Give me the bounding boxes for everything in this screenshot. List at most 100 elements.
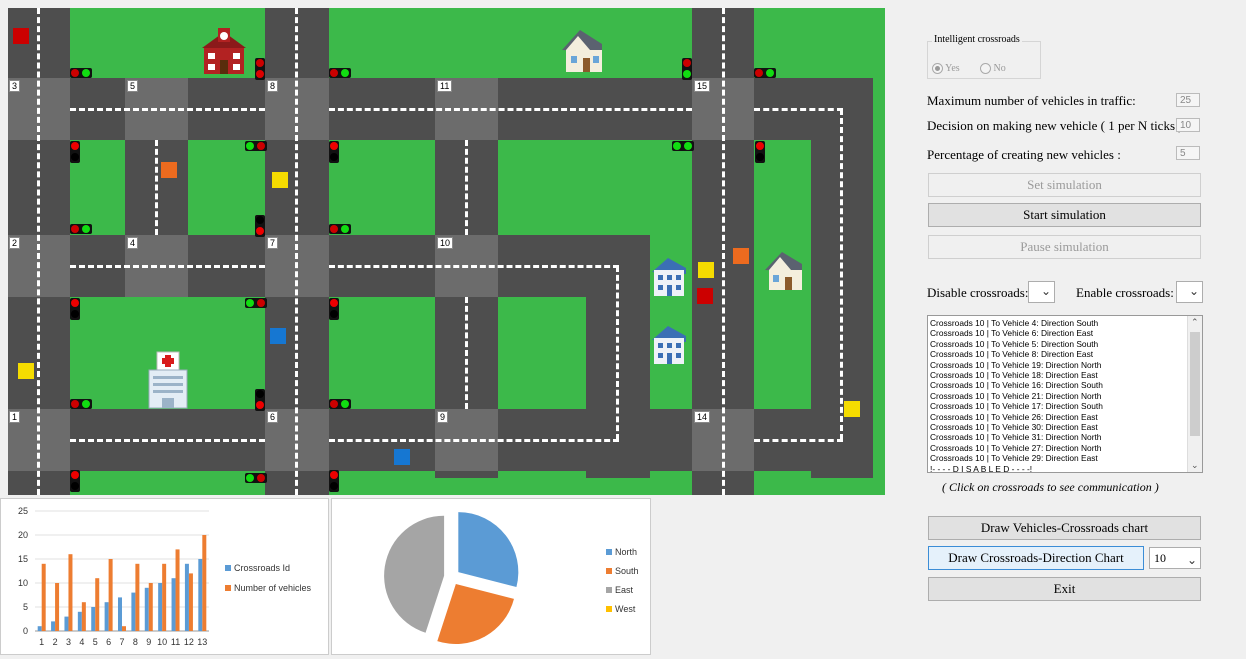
lane-line: [37, 8, 40, 495]
bar-number-of-vehicles: [202, 535, 207, 631]
exit-button[interactable]: Exit: [928, 577, 1201, 601]
y-tick-label: 15: [18, 554, 28, 564]
start-simulation-button[interactable]: Start simulation: [928, 203, 1201, 227]
traffic-light: [70, 470, 80, 492]
lane-line: [754, 108, 843, 111]
bar-crossroads-id: [104, 602, 109, 631]
legend-swatch: [225, 585, 231, 591]
legend-swatch: [606, 606, 612, 612]
draw-vehicles-chart-button[interactable]: Draw Vehicles-Crossroads chart: [928, 516, 1201, 540]
lane-line: [155, 140, 158, 235]
apartment-icon: [652, 326, 686, 364]
vehicle-yellow: [698, 262, 714, 278]
traffic-light: [70, 141, 80, 163]
draw-direction-chart-button[interactable]: Draw Crossroads-Direction Chart: [928, 546, 1144, 570]
chevron-down-icon: ⌄: [1186, 553, 1197, 567]
enable-crossroads-select[interactable]: ⌄: [1176, 281, 1203, 303]
x-tick-label: 2: [53, 637, 58, 647]
legend-label: East: [615, 585, 634, 595]
log-line: Crossroads 10 | To Vehicle 27: Direction…: [930, 442, 1102, 453]
bar-number-of-vehicles: [55, 583, 60, 631]
legend-label: Number of vehicles: [234, 583, 312, 593]
traffic-map[interactable]: 3 5 8 11 15 2 4 7 10 1 6 9 14: [8, 8, 885, 495]
bar-crossroads-id: [77, 611, 82, 631]
legend-label: South: [615, 566, 639, 576]
decision-field[interactable]: 10: [1176, 118, 1200, 132]
y-tick-label: 10: [18, 578, 28, 588]
x-tick-label: 12: [184, 637, 194, 647]
traffic-light: [255, 215, 265, 237]
direction-crossroads-select[interactable]: 10 ⌄: [1149, 547, 1201, 569]
x-tick-label: 7: [119, 637, 124, 647]
pause-simulation-button[interactable]: Pause simulation: [928, 235, 1201, 259]
x-tick-label: 10: [157, 637, 167, 647]
log-lines: Crossroads 10 | To Vehicle 4: Direction …: [930, 318, 1103, 473]
bar-crossroads-id: [37, 626, 42, 631]
traffic-light: [329, 470, 339, 492]
bar-number-of-vehicles: [95, 578, 100, 631]
vehicle-yellow: [844, 401, 860, 417]
bar-number-of-vehicles: [148, 583, 153, 631]
log-line: Crossroads 10 | To Vehicle 29: Direction…: [930, 453, 1098, 464]
traffic-light: [70, 68, 92, 78]
traffic-light: [672, 141, 694, 151]
x-tick-label: 3: [66, 637, 71, 647]
max-vehicles-field[interactable]: 25: [1176, 93, 1200, 107]
bar-number-of-vehicles: [162, 563, 167, 631]
house-icon: [562, 30, 602, 72]
traffic-light: [70, 224, 92, 234]
group-title: Intelligent crossroads: [932, 34, 1022, 45]
bar-crossroads-id: [131, 592, 136, 631]
vehicle-blue: [270, 328, 286, 344]
x-tick-label: 9: [146, 637, 151, 647]
traffic-light: [755, 141, 765, 163]
vehicle-orange: [733, 248, 749, 264]
vehicle-yellow: [18, 363, 34, 379]
legend-label: Crossroads Id: [234, 563, 290, 573]
house-icon: [765, 252, 802, 290]
y-tick-label: 20: [18, 530, 28, 540]
school-icon: [202, 28, 246, 74]
x-tick-label: 13: [197, 637, 207, 647]
traffic-light: [245, 141, 267, 151]
decision-label: Decision on making new vehicle ( 1 per N…: [927, 118, 1190, 133]
radio-no[interactable]: No: [980, 63, 1006, 75]
lane-line: [295, 8, 298, 495]
vehicle-orange: [161, 162, 177, 178]
log-scrollbar[interactable]: ⌃ ⌄: [1187, 316, 1202, 472]
x-tick-label: 11: [171, 637, 180, 647]
chevron-down-icon: ⌄: [1040, 284, 1051, 298]
radio-no-label: No: [993, 63, 1006, 74]
vehicle-blue: [394, 449, 410, 465]
scroll-thumb[interactable]: [1190, 332, 1200, 436]
chevron-down-icon[interactable]: ⌄: [1191, 460, 1199, 471]
y-tick-label: 5: [23, 602, 28, 612]
x-tick-label: 5: [93, 637, 98, 647]
log-line: Crossroads 10 | To Vehicle 5: Direction …: [930, 338, 1099, 349]
vehicle-red: [697, 288, 713, 304]
crossroads-label: 11: [437, 80, 453, 92]
bar-crossroads-id: [51, 621, 56, 631]
bar-number-of-vehicles: [135, 563, 140, 631]
bar-number-of-vehicles: [108, 559, 113, 631]
y-tick-label: 25: [18, 506, 28, 516]
crossroads-label: 4: [127, 237, 139, 249]
bar-number-of-vehicles: [175, 549, 180, 631]
chevron-up-icon[interactable]: ⌃: [1191, 317, 1199, 328]
traffic-light: [70, 298, 80, 320]
log-line: Crossroads 10 | To Vehicle 18: Direction…: [930, 370, 1098, 381]
lane-line: [722, 8, 725, 495]
communication-log[interactable]: Crossroads 10 | To Vehicle 4: Direction …: [927, 315, 1203, 473]
radio-yes[interactable]: Yes: [932, 63, 960, 75]
log-line: !- - - - D I S A B L E D - - - -!: [930, 463, 1033, 473]
percentage-field[interactable]: 5: [1176, 146, 1200, 160]
set-simulation-button[interactable]: Set simulation: [928, 173, 1201, 197]
lane-line: [616, 266, 619, 440]
disable-crossroads-select[interactable]: ⌄: [1028, 281, 1055, 303]
hospital-icon: [148, 351, 188, 409]
traffic-light: [329, 224, 351, 234]
traffic-light: [329, 141, 339, 163]
bar-crossroads-id: [144, 587, 149, 631]
pie-slice-east: [384, 515, 445, 633]
log-line: Crossroads 10 | To Vehicle 17: Direction…: [930, 401, 1103, 412]
